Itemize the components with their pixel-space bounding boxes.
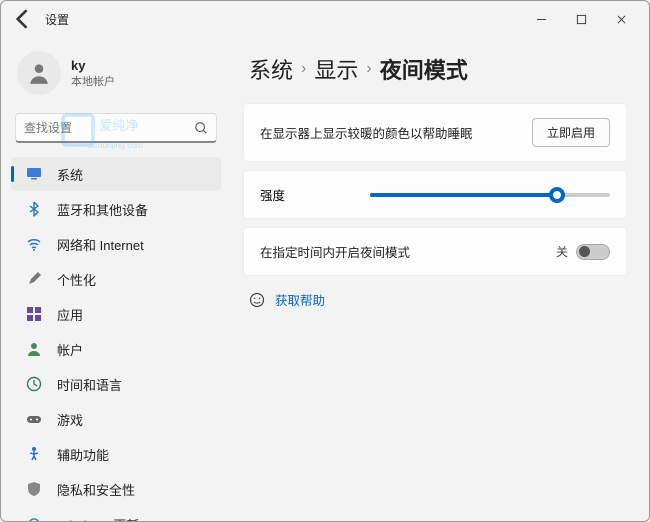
nav-label: 辅助功能 [57, 445, 109, 464]
nav-label: 应用 [57, 305, 83, 324]
clock-icon [25, 375, 43, 393]
toggle-knob [579, 246, 590, 257]
shield-icon [25, 480, 43, 498]
chevron-right-icon: › [366, 60, 371, 78]
nav-accessibility[interactable]: 辅助功能 [11, 437, 221, 471]
chevron-right-icon: › [301, 60, 306, 78]
page-title: 夜间模式 [380, 53, 468, 85]
bluetooth-icon [25, 200, 43, 218]
profile-name: ky [71, 58, 115, 73]
user-icon [26, 60, 52, 86]
accessibility-icon [25, 445, 43, 463]
nav-personalization[interactable]: 个性化 [11, 262, 221, 296]
display-icon [25, 165, 43, 183]
nav-label: 隐私和安全性 [57, 480, 135, 499]
enable-now-button[interactable]: 立即启用 [532, 118, 610, 147]
breadcrumb-display[interactable]: 显示 [314, 53, 358, 85]
close-button[interactable] [601, 5, 641, 33]
close-icon [616, 14, 627, 25]
nav-label: 个性化 [57, 270, 96, 289]
profile-subtitle: 本地帐户 [71, 73, 115, 89]
intensity-slider[interactable] [370, 193, 610, 197]
update-icon [25, 515, 43, 521]
maximize-icon [576, 14, 587, 25]
arrow-left-icon [9, 5, 37, 33]
nav-label: 游戏 [57, 410, 83, 429]
gaming-icon [25, 410, 43, 428]
help-row: 获取帮助 [243, 290, 627, 309]
nav-gaming[interactable]: 游戏 [11, 402, 221, 436]
breadcrumb-system[interactable]: 系统 [249, 53, 293, 85]
wifi-icon [25, 235, 43, 253]
get-help-link[interactable]: 获取帮助 [275, 290, 325, 309]
nav-accounts[interactable]: 帐户 [11, 332, 221, 366]
help-icon [249, 292, 265, 308]
nav-privacy[interactable]: 隐私和安全性 [11, 472, 221, 506]
nav-system[interactable]: 系统 [11, 157, 221, 191]
nav-apps[interactable]: 应用 [11, 297, 221, 331]
search-icon [194, 121, 208, 135]
account-icon [25, 340, 43, 358]
enable-card: 在显示器上显示较暖的颜色以帮助睡眠 立即启用 [243, 103, 627, 162]
nav-bluetooth[interactable]: 蓝牙和其他设备 [11, 192, 221, 226]
nav-label: 蓝牙和其他设备 [57, 200, 148, 219]
search-box[interactable] [15, 113, 217, 143]
window-title: 设置 [45, 11, 69, 28]
intensity-label: 强度 [260, 185, 350, 204]
avatar [17, 51, 61, 95]
nav-list: 系统 蓝牙和其他设备 网络和 Internet 个性化 应用 帐户 [5, 157, 227, 521]
schedule-card[interactable]: 在指定时间内开启夜间模式 关 [243, 227, 627, 276]
nav-label: 帐户 [57, 340, 83, 359]
slider-thumb[interactable] [549, 187, 565, 203]
titlebar: 设置 [1, 1, 649, 37]
nav-label: 时间和语言 [57, 375, 122, 394]
nav-label: 网络和 Internet [57, 235, 144, 254]
nav-network[interactable]: 网络和 Internet [11, 227, 221, 261]
sidebar: ky 本地帐户 系统 蓝牙和其他设备 网络和 Internet [1, 37, 231, 521]
nav-label: 系统 [57, 165, 83, 184]
search-input[interactable] [24, 121, 194, 135]
apps-icon [25, 305, 43, 323]
brush-icon [25, 270, 43, 288]
toggle-state-label: 关 [556, 243, 568, 260]
schedule-description: 在指定时间内开启夜间模式 [260, 242, 556, 261]
intensity-card: 强度 [243, 170, 627, 219]
back-button[interactable] [9, 5, 37, 33]
profile-block[interactable]: ky 本地帐户 [5, 45, 227, 109]
breadcrumb: 系统 › 显示 › 夜间模式 [243, 53, 627, 85]
nav-label: Windows 更新 [57, 515, 139, 522]
minimize-button[interactable] [521, 5, 561, 33]
nav-time-language[interactable]: 时间和语言 [11, 367, 221, 401]
minimize-icon [536, 14, 547, 25]
nav-windows-update[interactable]: Windows 更新 [11, 507, 221, 521]
content-area: 系统 › 显示 › 夜间模式 在显示器上显示较暖的颜色以帮助睡眠 立即启用 强度… [231, 37, 649, 521]
enable-description: 在显示器上显示较暖的颜色以帮助睡眠 [260, 123, 532, 142]
maximize-button[interactable] [561, 5, 601, 33]
schedule-toggle[interactable] [576, 244, 610, 260]
